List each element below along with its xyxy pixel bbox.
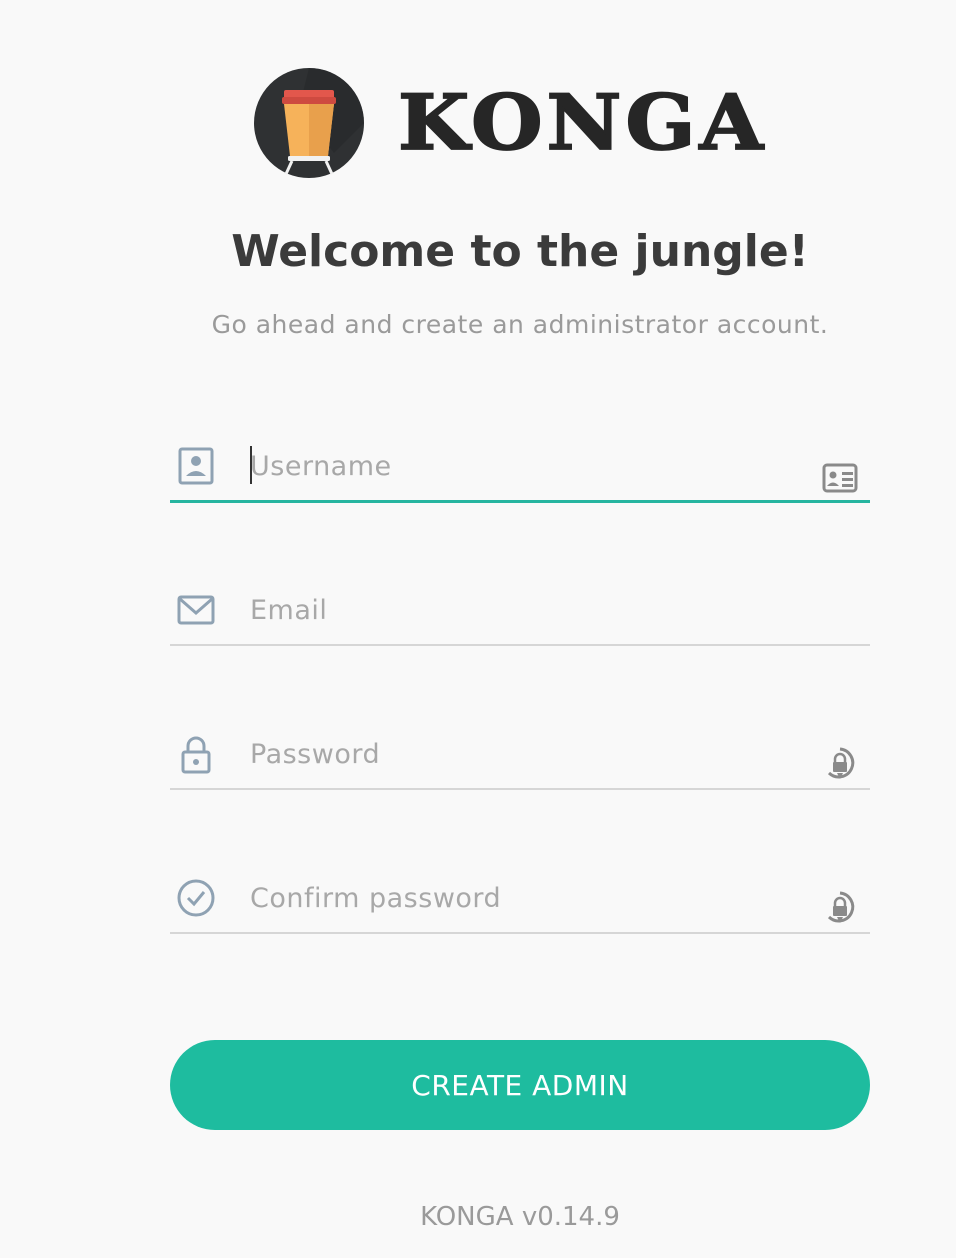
- konga-logo: KONGA: [254, 68, 767, 178]
- password-input[interactable]: [250, 730, 790, 778]
- version-label: KONGA v0.14.9: [420, 1202, 620, 1232]
- password-manager-icon[interactable]: [820, 888, 860, 928]
- username-field[interactable]: [170, 436, 870, 503]
- envelope-icon: [177, 595, 215, 625]
- email-field[interactable]: [170, 580, 870, 646]
- id-card-icon[interactable]: [820, 456, 860, 496]
- password-manager-icon[interactable]: [820, 744, 860, 784]
- password-field[interactable]: [170, 724, 870, 790]
- page-subtitle: Go ahead and create an administrator acc…: [211, 310, 829, 339]
- page-title: Welcome to the jungle!: [231, 226, 809, 277]
- brand-name: KONGA: [397, 78, 768, 168]
- confirm-password-field[interactable]: [170, 868, 870, 934]
- create-admin-button[interactable]: CREATE ADMIN: [170, 1040, 870, 1130]
- text-cursor: [250, 446, 252, 484]
- conga-drum-icon: [254, 68, 364, 178]
- create-admin-page: KONGA Welcome to the jungle! Go ahead an…: [0, 0, 956, 1258]
- user-card-icon: [178, 447, 214, 485]
- confirm-password-input[interactable]: [250, 874, 790, 922]
- check-circle-icon: [177, 879, 215, 917]
- email-input[interactable]: [250, 586, 790, 634]
- lock-icon: [181, 736, 211, 774]
- username-input[interactable]: [250, 442, 790, 490]
